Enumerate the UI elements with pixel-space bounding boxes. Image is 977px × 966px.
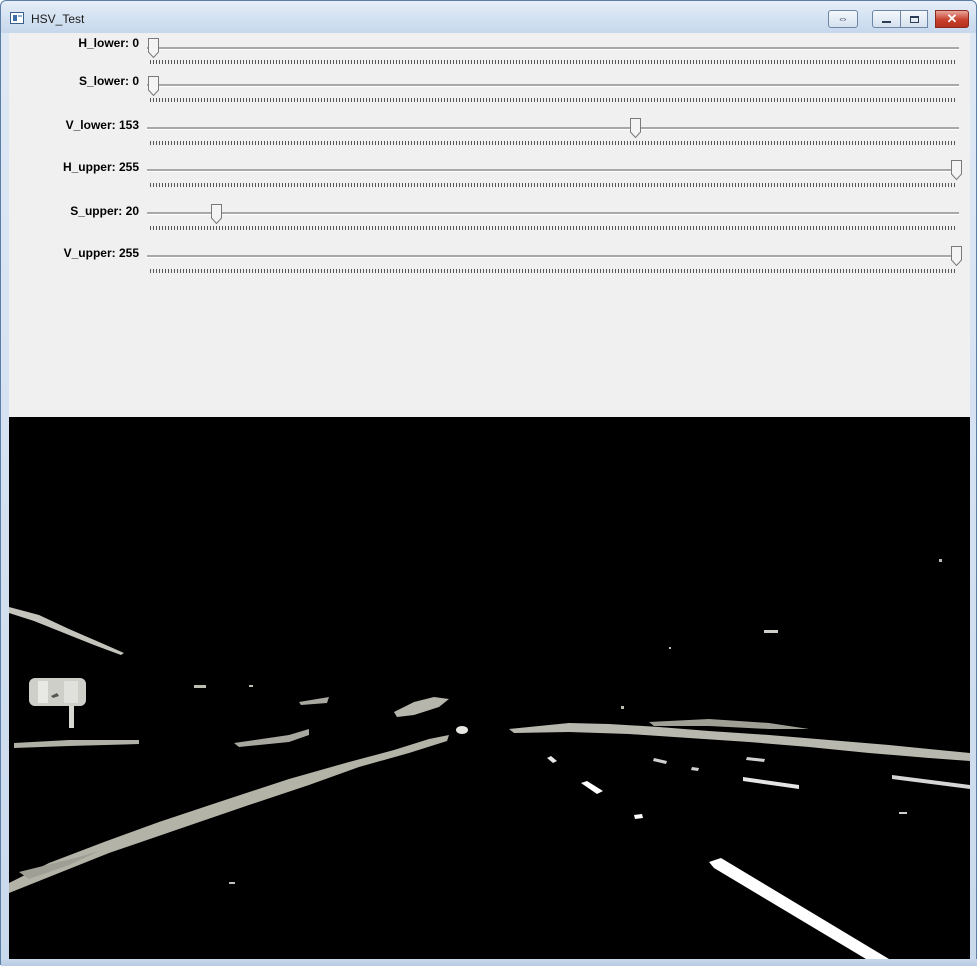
trackbar-track[interactable] (147, 47, 959, 50)
mask-speck (194, 685, 206, 688)
trackbar-track[interactable] (147, 212, 959, 215)
trackbar-v-lower: V_lower: 153 (9, 118, 970, 158)
title-bar[interactable]: HSV_Test ⇔ ✕ (1, 1, 976, 33)
trackbar-label: V_upper: 255 (63, 246, 139, 260)
trackbar-thumb[interactable] (629, 118, 641, 138)
mask-preview-canvas (9, 417, 970, 959)
trackbar-label: H_upper: 255 (62, 160, 139, 174)
trackbar-track[interactable] (147, 255, 959, 258)
trackbar-track[interactable] (147, 127, 959, 130)
mask-speck (621, 706, 624, 709)
trackbar-label: S_lower: 0 (78, 74, 139, 88)
trackbar-s-upper: S_upper: 20 (9, 204, 970, 244)
hsv-test-window: HSV_Test ⇔ ✕ H_lower: 0 S_lower: 0 V_low… (0, 0, 977, 966)
double-arrow-icon: ⇔ (837, 13, 849, 25)
mask-preview-image (9, 417, 970, 959)
mask-vanishing-point-highlight (456, 726, 468, 734)
trackbar-ticks (150, 269, 957, 273)
toolbar-toggle-button[interactable]: ⇔ (828, 10, 858, 28)
trackbar-thumb[interactable] (148, 38, 159, 58)
app-window-icon (10, 12, 24, 24)
trackbar-thumb[interactable] (148, 76, 159, 96)
trackbar-ticks (150, 60, 957, 64)
client-area: H_lower: 0 S_lower: 0 V_lower: 153 H_upp… (9, 33, 970, 959)
window-title: HSV_Test (31, 12, 85, 26)
maximize-icon (909, 15, 919, 23)
trackbar-thumb[interactable] (951, 246, 962, 266)
trackbar-label: S_upper: 20 (70, 204, 139, 218)
trackbar-v-upper: V_upper: 255 (9, 246, 970, 286)
mask-speck (899, 812, 907, 814)
minimize-button[interactable] (872, 10, 901, 28)
trackbar-thumb[interactable] (951, 160, 962, 180)
minimize-icon (882, 21, 891, 23)
trackbar-s-lower: S_lower: 0 (9, 74, 970, 114)
close-icon: ✕ (946, 11, 958, 26)
close-button[interactable]: ✕ (935, 10, 969, 28)
trackbar-h-lower: H_lower: 0 (9, 36, 970, 76)
mask-speck (249, 685, 253, 687)
trackbar-track[interactable] (147, 169, 959, 172)
mask-speck (229, 882, 235, 884)
trackbar-label: H_lower: 0 (78, 36, 139, 50)
mask-speck (669, 647, 671, 649)
trackbar-label: V_lower: 153 (65, 118, 139, 132)
trackbar-ticks (150, 183, 957, 187)
trackbar-h-upper: H_upper: 255 (9, 160, 970, 200)
trackbar-ticks (150, 141, 957, 145)
trackbar-thumb[interactable] (210, 204, 222, 224)
trackbar-ticks (150, 98, 957, 102)
mask-speck (939, 559, 942, 562)
maximize-button[interactable] (901, 10, 928, 28)
mask-speck (764, 630, 778, 633)
trackbar-track[interactable] (147, 84, 959, 87)
trackbar-ticks (150, 226, 957, 230)
